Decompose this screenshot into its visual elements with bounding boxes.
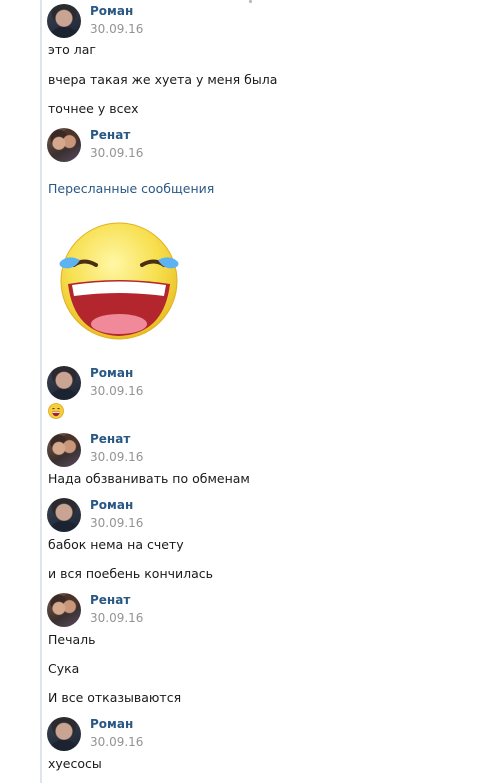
avatar[interactable] <box>47 717 81 751</box>
message-text: Нада обзванивать по обменам <box>48 471 250 486</box>
message-date[interactable]: 30.09.16 <box>90 516 143 530</box>
message-date[interactable]: 30.09.16 <box>90 384 143 398</box>
message-text: И все отказываются <box>48 690 182 705</box>
author-name[interactable]: Роман <box>90 366 133 380</box>
avatar[interactable] <box>47 4 81 38</box>
message-date[interactable]: 30.09.16 <box>90 611 143 625</box>
message-text: хуесосы <box>48 756 102 771</box>
author-name[interactable]: Роман <box>90 717 133 731</box>
laughing-sticker-icon <box>52 218 186 344</box>
message-date[interactable]: 30.09.16 <box>90 22 143 36</box>
thread-left-border <box>40 0 42 783</box>
avatar[interactable] <box>47 498 81 532</box>
message-text: Сука <box>48 661 80 676</box>
forwarded-messages-link[interactable]: Пересланные сообщения <box>48 181 214 196</box>
message-text: бабок нема на счету <box>48 537 184 552</box>
author-name[interactable]: Роман <box>90 498 133 512</box>
message-text: это лаг <box>48 42 96 57</box>
message-date[interactable]: 30.09.16 <box>90 450 143 464</box>
avatar[interactable] <box>47 366 81 400</box>
author-name[interactable]: Ренат <box>90 432 130 446</box>
avatar[interactable] <box>47 593 81 627</box>
message-text: и вся поебень кончилась <box>48 566 214 581</box>
message-date[interactable]: 30.09.16 <box>90 146 143 160</box>
author-name[interactable]: Роман <box>90 4 133 18</box>
avatar[interactable] <box>47 433 81 467</box>
grinning-face-emoji-icon <box>48 403 64 419</box>
avatar[interactable] <box>47 128 81 162</box>
message-text: точнее у всех <box>48 101 139 116</box>
author-name[interactable]: Ренат <box>90 128 130 142</box>
message-text: Печаль <box>48 632 96 647</box>
message-text: вчера такая же хуета у меня была <box>48 72 278 87</box>
message-date[interactable]: 30.09.16 <box>90 735 143 749</box>
scroll-marker <box>249 0 252 3</box>
author-name[interactable]: Ренат <box>90 593 130 607</box>
